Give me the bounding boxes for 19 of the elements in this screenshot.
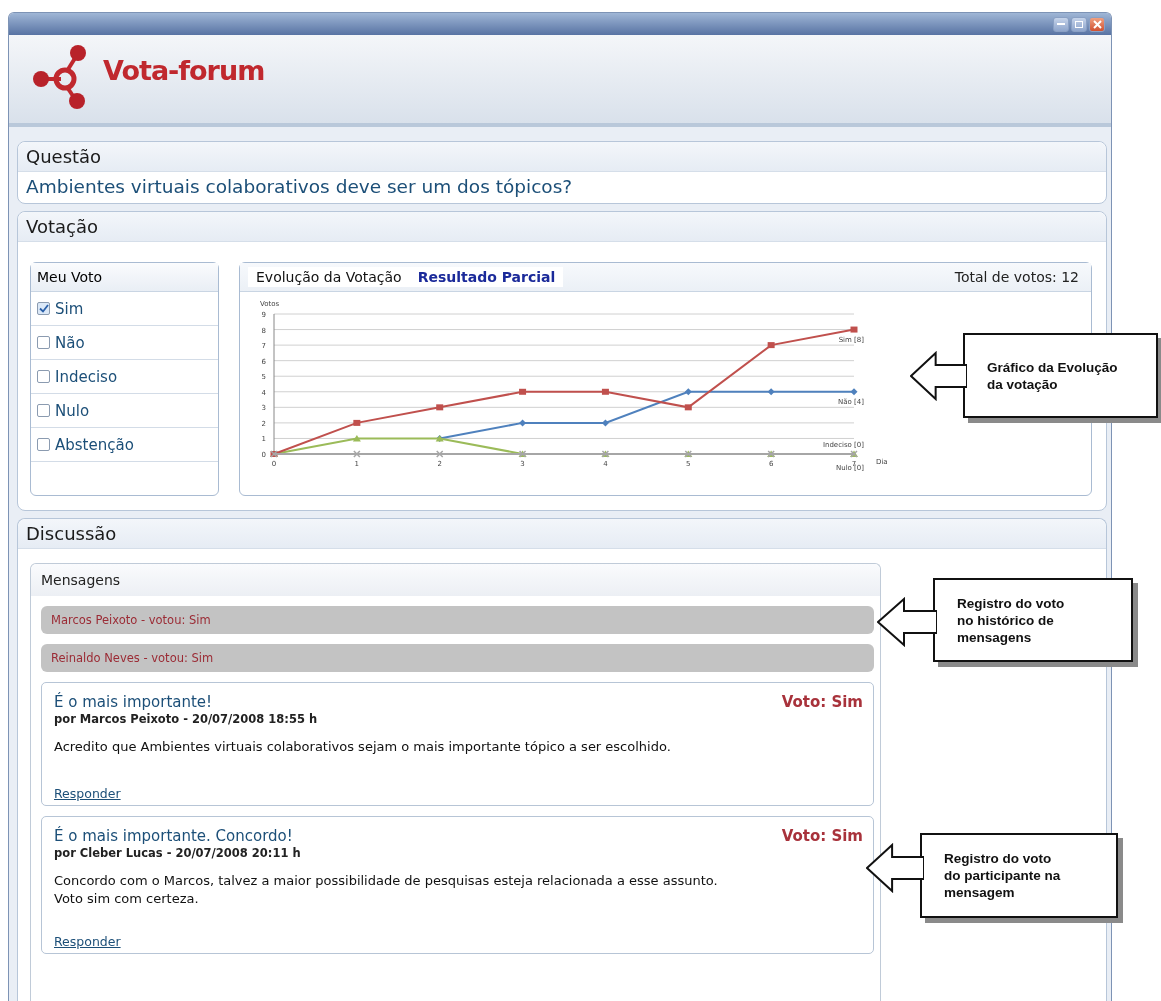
message-text: Concordo com o Marcos, talvez a maior possibilidade de pesquisas esteja relacionada a esse assunto. (54, 872, 719, 890)
message-meta: por Marcos Peixoto - 20/07/2008 18:55 h (54, 712, 318, 726)
vote-total: Total de votos: 12 (954, 269, 1080, 285)
panel-title: Discussão (18, 519, 1106, 549)
vote-record: Reinaldo Neves - votou: Sim (41, 644, 874, 672)
message-text: Acredito que Ambientes virtuais colaborativos sejam o mais importante tópico a ser escolhido. (54, 738, 672, 756)
message-title: É o mais importante. Concordo! (54, 827, 294, 845)
card-title: Mensagens (31, 564, 880, 596)
card-title: Meu Voto (31, 263, 218, 292)
message-meta: por Cleber Lucas - 20/07/2008 20:11 h (54, 846, 301, 860)
message-text: Voto sim com certeza. (54, 890, 200, 908)
panel-title: Questão (18, 142, 1106, 172)
logo-text: Vota-forum (103, 54, 265, 86)
message-vote: Voto: Sim (781, 827, 863, 845)
message-vote: Voto: Sim (781, 693, 863, 711)
panel-title: Votação (18, 212, 1106, 242)
vote-record: Marcos Peixoto - votou: Sim (41, 606, 874, 634)
question-text: Ambientes virtuais colaborativos deve ser um dos tópicos? (25, 175, 574, 199)
message-title: É o mais importante! (54, 693, 214, 711)
